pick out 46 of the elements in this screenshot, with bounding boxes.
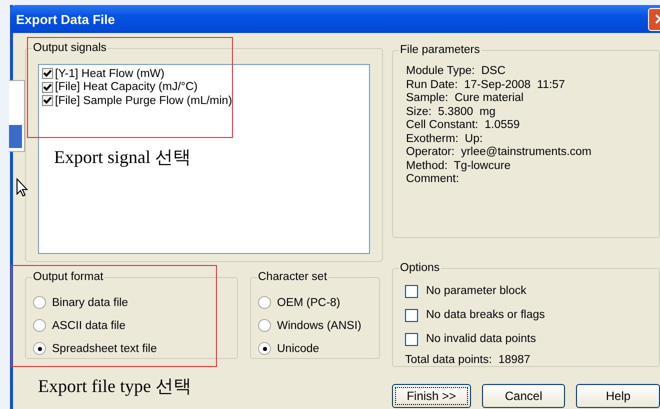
window-title: Export Data File bbox=[16, 12, 116, 26]
checkbox[interactable] bbox=[405, 308, 418, 322]
signal-label: [File] Sample Purge Flow (mL/min) bbox=[55, 94, 232, 107]
parameter-text: Exotherm: Up: bbox=[406, 132, 484, 146]
radio-button[interactable] bbox=[258, 319, 271, 332]
parameter-text: Sample: Cure material bbox=[406, 92, 525, 106]
total-text: Total data points: 18987 bbox=[405, 354, 532, 366]
checkbox[interactable] bbox=[42, 82, 53, 93]
option-label: Binary data file bbox=[52, 296, 128, 308]
radio-button[interactable] bbox=[33, 319, 46, 332]
group-title: File parameters bbox=[399, 43, 481, 57]
option-label: Unicode bbox=[277, 342, 320, 354]
option-label: Spreadsheet text file bbox=[52, 342, 157, 354]
option-label: No data breaks or flags bbox=[426, 309, 545, 321]
radio-button[interactable] bbox=[258, 342, 271, 355]
parameter-text: Module Type: DSC bbox=[406, 65, 507, 78]
radio-button[interactable] bbox=[33, 296, 46, 309]
parameter-text: Run Date: 17-Sep-2008 11:57 bbox=[406, 78, 566, 92]
group-title: Options bbox=[399, 261, 441, 275]
checkbox[interactable] bbox=[42, 68, 53, 80]
option-label: Windows (ANSI) bbox=[277, 320, 362, 332]
signal-label: [File] Heat Capacity (mJ/°C) bbox=[55, 81, 198, 94]
signal-label: [Y-1] Heat Flow (mW) bbox=[55, 68, 164, 80]
dialog-button[interactable]: Cancel bbox=[482, 384, 566, 408]
parameter-text: Method: Tg-lowcure bbox=[406, 160, 512, 173]
option-label: OEM (PC-8) bbox=[277, 296, 340, 308]
pointer-icon bbox=[16, 178, 28, 197]
checkbox[interactable] bbox=[42, 95, 53, 106]
dialog-button[interactable]: Finish >> bbox=[392, 384, 471, 408]
radio-button[interactable] bbox=[33, 342, 46, 355]
option-label: No parameter block bbox=[426, 285, 526, 297]
option-label: No invalid data points bbox=[426, 333, 536, 345]
checkbox[interactable] bbox=[405, 284, 418, 298]
checkbox[interactable] bbox=[405, 332, 418, 346]
parameter-text: Size: 5.3800 mg bbox=[406, 106, 496, 119]
dialog-button[interactable]: Help bbox=[576, 384, 660, 408]
selected-item bbox=[9, 125, 22, 148]
annotation-text: Export signal 선택 bbox=[54, 146, 191, 169]
parameter-text: Cell Constant: 1.0559 bbox=[406, 119, 521, 132]
option-label: ASCII data file bbox=[52, 320, 126, 332]
parameter-text: Comment: bbox=[406, 173, 460, 186]
annotation-text: Export file type 선택 bbox=[38, 375, 192, 398]
group-title: Output format bbox=[32, 270, 104, 284]
parameter-text: Operator: yrlee@tainstruments.com bbox=[406, 146, 593, 160]
radio-button[interactable] bbox=[258, 296, 271, 309]
group-title: Output signals bbox=[32, 41, 108, 55]
